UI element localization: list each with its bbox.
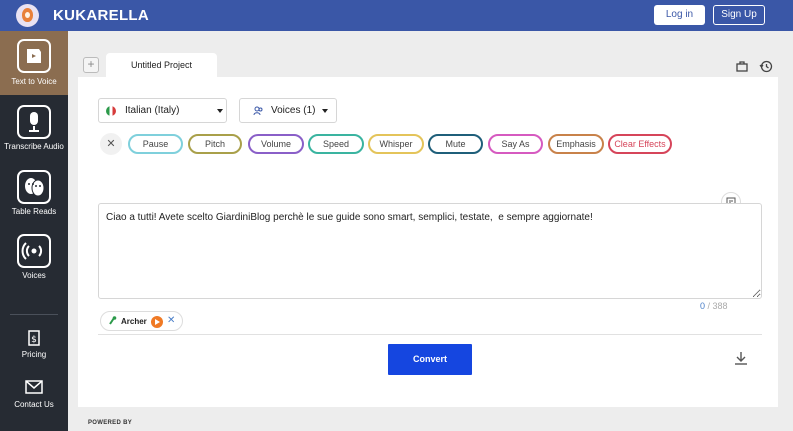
pin-icon	[108, 315, 117, 328]
sidebar-item-label: Voices	[22, 271, 46, 280]
sidebar-item-pricing[interactable]: $ Pricing	[0, 324, 68, 364]
clear-effects-button[interactable]: Clear Effects	[608, 134, 672, 154]
speech-bubble-icon	[17, 39, 51, 73]
italy-flag-icon	[106, 106, 116, 116]
svg-text:$: $	[31, 335, 37, 345]
convert-button[interactable]: Convert	[388, 344, 472, 375]
remove-voice-icon[interactable]: ✕	[167, 315, 175, 326]
microphone-icon	[17, 105, 51, 139]
language-value: Italian (Italy)	[125, 105, 180, 116]
close-effects-icon[interactable]: ✕	[100, 133, 122, 155]
signup-button[interactable]: Sign Up	[713, 5, 765, 25]
effect-mute[interactable]: Mute	[428, 134, 483, 154]
counter-separator: /	[705, 301, 713, 311]
top-bar: KUKARELLA Log in Sign Up	[0, 0, 793, 31]
chevron-down-icon	[322, 109, 328, 113]
voice-name: Archer	[121, 317, 147, 326]
voice-chip[interactable]: Archer ✕	[100, 311, 183, 331]
download-icon[interactable]	[733, 350, 749, 366]
language-select[interactable]: Italian (Italy)	[98, 98, 227, 123]
effect-pitch[interactable]: Pitch	[188, 134, 242, 154]
voices-value: Voices (1)	[271, 105, 316, 116]
effect-speed[interactable]: Speed	[308, 134, 364, 154]
broadcast-icon	[17, 234, 51, 268]
sidebar: Text to Voice Transcribe Audio Table Rea…	[0, 31, 68, 431]
save-icon[interactable]	[735, 59, 749, 73]
add-tab-button[interactable]: +	[83, 57, 99, 73]
kukarella-logo-icon[interactable]	[16, 4, 39, 27]
sidebar-item-transcribe-audio[interactable]: Transcribe Audio	[0, 99, 68, 159]
tab-untitled-project[interactable]: Untitled Project	[106, 53, 217, 77]
effect-pause[interactable]: Pause	[128, 134, 183, 154]
sidebar-item-label: Text to Voice	[11, 77, 57, 86]
text-input[interactable]: Ciao a tutti! Avete scelto GiardiniBlog …	[98, 203, 762, 299]
effect-emphasis[interactable]: Emphasis	[548, 134, 604, 154]
divider	[98, 334, 762, 335]
price-tag-icon: $	[26, 328, 42, 346]
character-counter: 0 / 388	[700, 301, 728, 311]
sidebar-item-text-to-voice[interactable]: Text to Voice	[0, 31, 68, 95]
chevron-down-icon	[217, 109, 223, 113]
envelope-icon	[25, 380, 43, 394]
users-icon	[253, 99, 263, 125]
voices-select[interactable]: Voices (1)	[239, 98, 337, 123]
sidebar-item-label: Transcribe Audio	[4, 142, 64, 151]
history-icon[interactable]	[759, 59, 773, 73]
sidebar-item-table-reads[interactable]: Table Reads	[0, 164, 68, 224]
powered-by-label: POWERED BY	[88, 420, 133, 426]
effect-volume[interactable]: Volume	[248, 134, 304, 154]
sidebar-divider	[10, 314, 58, 315]
brand-name[interactable]: KUKARELLA	[53, 7, 149, 24]
sidebar-item-label: Contact Us	[14, 400, 54, 409]
theater-masks-icon	[17, 170, 51, 204]
play-icon[interactable]	[151, 316, 163, 328]
sidebar-item-label: Pricing	[21, 350, 47, 359]
sidebar-item-voices[interactable]: Voices	[0, 229, 68, 289]
effect-whisper[interactable]: Whisper	[368, 134, 424, 154]
login-button[interactable]: Log in	[654, 5, 705, 25]
sidebar-item-contact-us[interactable]: Contact Us	[0, 376, 68, 416]
effect-say-as[interactable]: Say As	[488, 134, 543, 154]
sidebar-item-label: Table Reads	[11, 207, 57, 216]
counter-max: 388	[712, 301, 728, 311]
